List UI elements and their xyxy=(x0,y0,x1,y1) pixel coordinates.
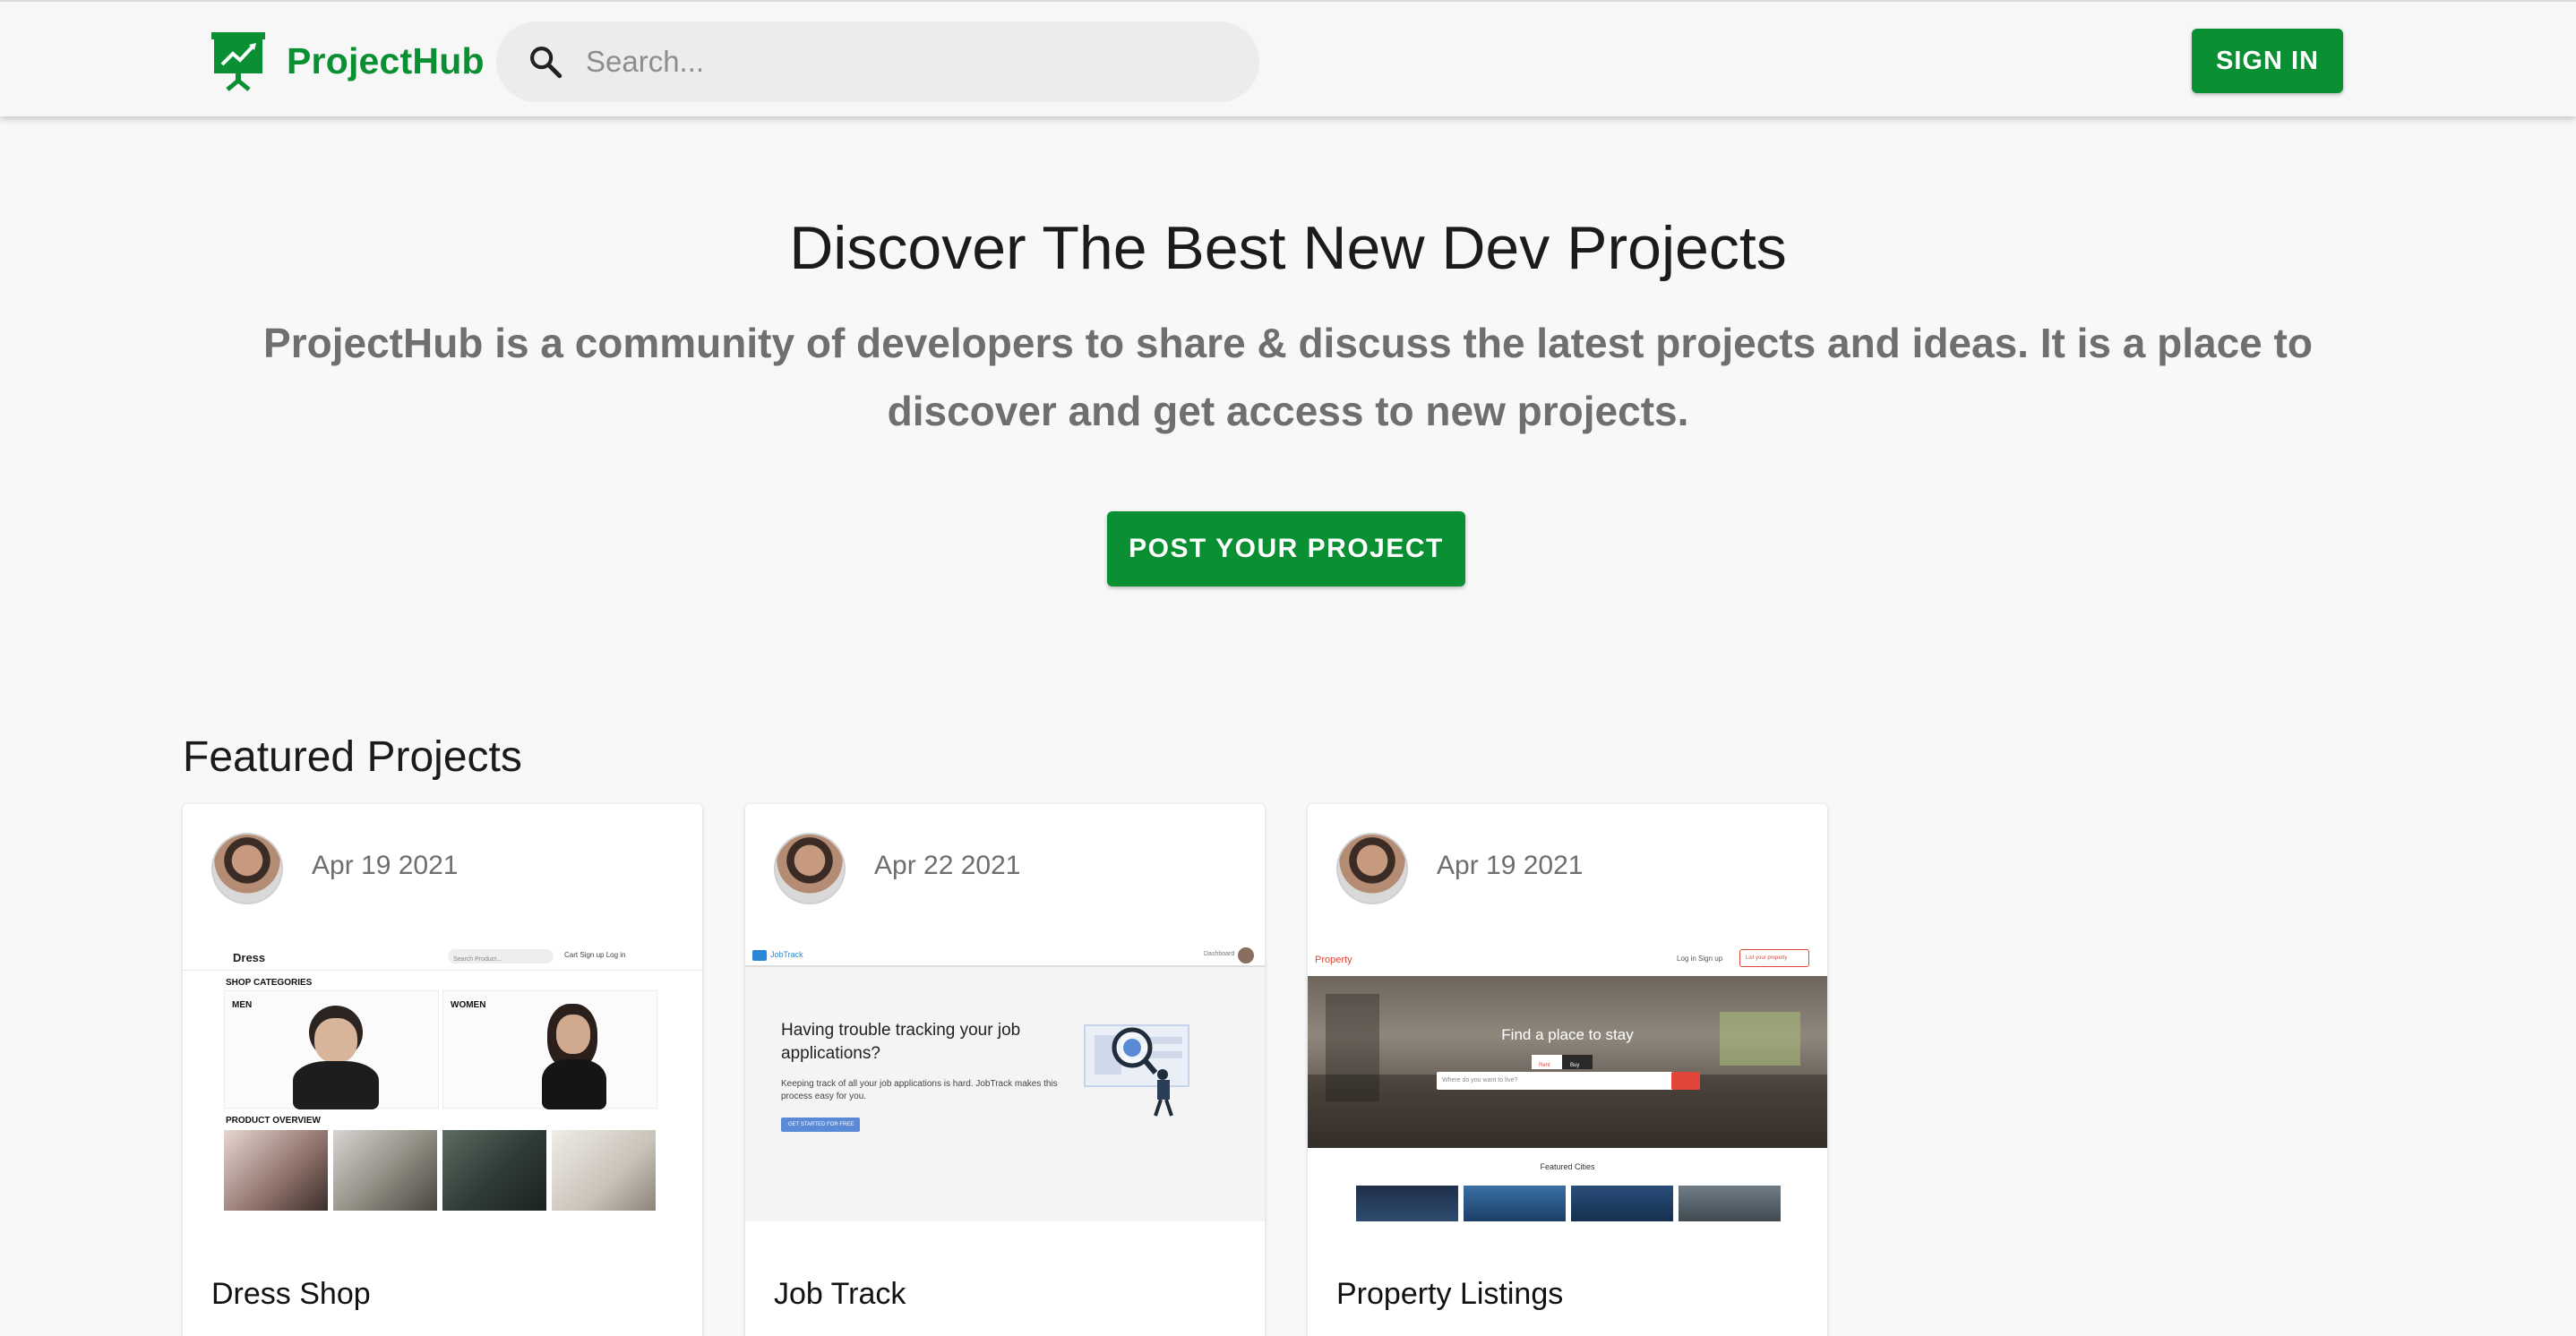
brand[interactable]: ProjectHub xyxy=(210,30,485,91)
thumb-tab-rent-label: Rent xyxy=(1539,1063,1550,1068)
thumb-city-image xyxy=(1679,1186,1781,1221)
avatar[interactable] xyxy=(211,833,283,904)
thumb-women-panel: WOMEN xyxy=(442,990,657,1109)
thumb-tab-rent: Rent xyxy=(1532,1055,1562,1069)
thumb-search-button xyxy=(1671,1072,1700,1090)
thumb-tabs: Rent Buy xyxy=(1532,1055,1594,1069)
thumb-cta-label: GET STARTED FOR FREE xyxy=(788,1122,854,1127)
thumb-categories-label: SHOP CATEGORIES xyxy=(226,978,313,988)
hero-subtitle: ProjectHub is a community of developers … xyxy=(263,320,2313,434)
thumb-men-label: MEN xyxy=(232,1000,253,1010)
thumb-body-text: Keeping track of all your job applicatio… xyxy=(781,1079,1058,1101)
thumb-headline: Having trouble tracking your job applica… xyxy=(781,1021,1021,1063)
thumb-navbar: Dress Search Product... Cart Sign up Log… xyxy=(183,944,702,971)
search-icon xyxy=(530,47,562,79)
thumb-search-box: Search Product... xyxy=(448,949,554,963)
thumb-man-jacket xyxy=(293,1061,379,1109)
thumb-list-property-label: List your property xyxy=(1746,955,1788,961)
thumb-navbar: JobTrack Dashboard xyxy=(745,944,1265,967)
featured-projects-title: Featured Projects xyxy=(183,733,522,781)
thumb-logo: Dress xyxy=(233,951,266,964)
thumb-product-image xyxy=(552,1130,656,1211)
project-thumbnail[interactable]: Property Log in Sign up List your proper… xyxy=(1308,944,1827,1221)
thumb-hero-cabinet xyxy=(1326,994,1379,1101)
thumb-list-property-button: List your property xyxy=(1739,949,1809,967)
thumb-nav-link: Dashboard xyxy=(1204,951,1235,957)
thumb-city-image xyxy=(1571,1186,1673,1221)
thumb-nav-links: Cart Sign up Log in xyxy=(564,951,626,959)
thumb-avatar xyxy=(1238,947,1254,963)
thumb-logo: JobTrack xyxy=(770,950,803,959)
post-project-button[interactable]: POST YOUR PROJECT xyxy=(1107,511,1465,587)
thumb-tab-buy-label: Buy xyxy=(1570,1063,1580,1068)
project-date: Apr 19 2021 xyxy=(312,851,459,880)
thumb-cta-button: GET STARTED FOR FREE xyxy=(781,1118,860,1132)
project-thumbnail[interactable]: Dress Search Product... Cart Sign up Log… xyxy=(183,944,702,1221)
sign-in-button[interactable]: SIGN IN xyxy=(2192,29,2343,93)
project-thumbnail[interactable]: JobTrack Dashboard Having trouble tracki… xyxy=(745,944,1265,1221)
project-date: Apr 22 2021 xyxy=(874,851,1021,880)
thumb-logo: Property xyxy=(1315,955,1352,965)
thumb-search-placeholder: Where do you want to live? xyxy=(1442,1077,1518,1083)
thumb-woman-dress xyxy=(542,1059,606,1109)
thumb-search-input: Where do you want to live? xyxy=(1437,1072,1679,1090)
magnifier-person-icon xyxy=(1112,1027,1173,1117)
thumb-man-face xyxy=(314,1018,357,1063)
brand-name: ProjectHub xyxy=(287,39,485,81)
thumb-navbar: Property Log in Sign up List your proper… xyxy=(1308,944,1827,976)
presentation-chart-icon xyxy=(211,32,265,91)
thumb-featured-label: Featured Cities xyxy=(1540,1162,1595,1171)
thumb-nav-links: Log in Sign up xyxy=(1677,955,1723,963)
thumb-search-placeholder: Search Product... xyxy=(453,956,502,963)
app-bar: ProjectHub SIGN IN xyxy=(0,0,2576,116)
avatar[interactable] xyxy=(774,833,846,904)
avatar[interactable] xyxy=(1336,833,1408,904)
thumb-city-image xyxy=(1464,1186,1566,1221)
thumb-product-image xyxy=(442,1130,546,1211)
project-title[interactable]: Property Listings xyxy=(1336,1277,1563,1312)
thumb-logo-icon xyxy=(752,950,767,961)
thumb-woman-face xyxy=(556,1015,590,1054)
thumb-tab-buy: Buy xyxy=(1562,1055,1593,1069)
project-title[interactable]: Job Track xyxy=(774,1277,906,1312)
search-input[interactable] xyxy=(586,45,1213,79)
thumb-city-image xyxy=(1356,1186,1458,1221)
thumb-product-image xyxy=(333,1130,437,1211)
hero-title: Discover The Best New Dev Projects xyxy=(789,214,1787,282)
thumb-men-panel: MEN xyxy=(224,990,439,1109)
thumb-product-image xyxy=(224,1130,328,1211)
project-date: Apr 19 2021 xyxy=(1437,851,1584,880)
thumb-hero-title: Find a place to stay xyxy=(1501,1026,1634,1043)
thumb-overview-label: PRODUCT OVERVIEW xyxy=(226,1116,321,1126)
project-card[interactable]: Apr 22 2021 JobTrack Dashboard Having tr… xyxy=(745,804,1265,1336)
project-card[interactable]: Apr 19 2021 Property Log in Sign up List… xyxy=(1308,804,1827,1336)
project-title[interactable]: Dress Shop xyxy=(211,1277,371,1312)
thumb-women-label: WOMEN xyxy=(451,1000,486,1010)
search-bar[interactable] xyxy=(496,21,1259,102)
project-card[interactable]: Apr 19 2021 Dress Search Product... Cart… xyxy=(183,804,702,1336)
